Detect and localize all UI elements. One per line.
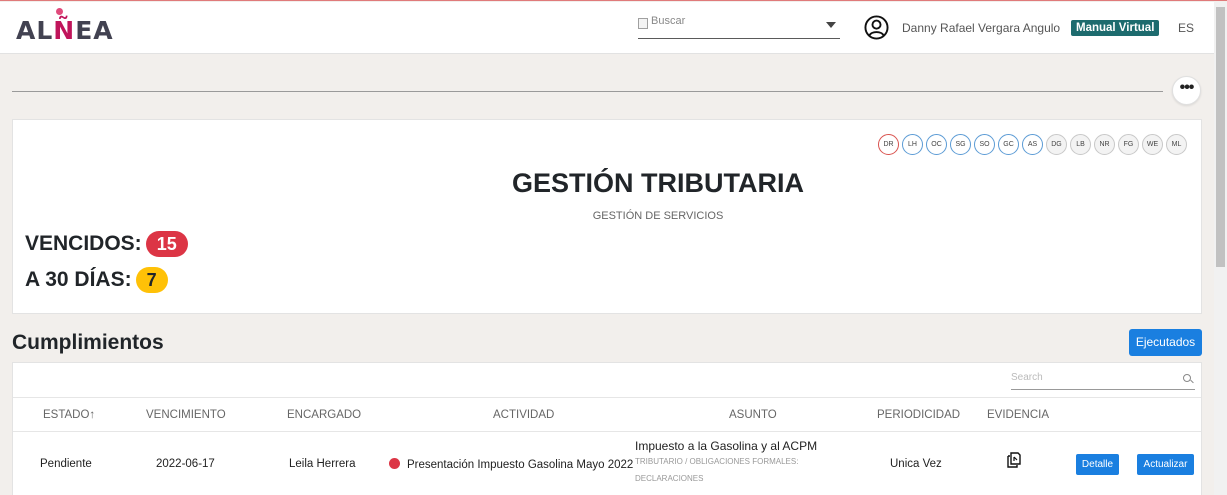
user-badge[interactable]: AS	[1022, 134, 1043, 155]
user-badge[interactable]: LH	[902, 134, 923, 155]
global-search-placeholder: Buscar	[651, 15, 686, 27]
cell-actividad-text: Presentación Impuesto Gasolina Mayo 2022	[407, 459, 634, 471]
cell-asunto: Impuesto a la Gasolina y al ACPM TRIBUTA…	[635, 439, 817, 487]
detail-button[interactable]: Detalle	[1076, 454, 1119, 475]
page-scrollbar-thumb[interactable]	[1216, 7, 1225, 267]
document-copy-icon[interactable]	[1007, 452, 1021, 468]
column-header-periodicidad[interactable]: PERIODICIDAD	[877, 409, 960, 421]
overdue-count-badge[interactable]: 15	[145, 231, 188, 257]
user-badge[interactable]: LB	[1070, 134, 1091, 155]
cell-periodicidad: Unica Vez	[890, 458, 942, 470]
top-navbar: ALÑEA Buscar Danny Rafael Vergara Angulo…	[0, 2, 1214, 54]
status-dot	[389, 458, 400, 469]
table-header: ESTADO↑ VENCIMIENTO ENCARGADO ACTIVIDAD …	[13, 397, 1201, 432]
cell-estado: Pendiente	[40, 458, 92, 470]
asunto-category: TRIBUTARIO / OBLIGACIONES FORMALES:	[635, 457, 799, 466]
column-header-estado[interactable]: ESTADO↑	[43, 409, 95, 421]
column-header-actividad[interactable]: ACTIVIDAD	[493, 409, 554, 421]
user-badge[interactable]: DR	[878, 134, 899, 155]
language-selector[interactable]: ES	[1178, 21, 1194, 35]
broken-image-icon	[638, 18, 648, 29]
column-header-asunto[interactable]: ASUNTO	[729, 409, 777, 421]
executed-button[interactable]: Ejecutados	[1129, 329, 1202, 356]
table-row[interactable]: Pendiente 2022-06-17 Leila Herrera Prese…	[13, 432, 1201, 495]
cell-encargado: Leila Herrera	[289, 458, 356, 470]
global-search-select[interactable]: Buscar	[638, 15, 840, 39]
user-badge[interactable]: SG	[950, 134, 971, 155]
manual-virtual-button[interactable]: Manual Virtual	[1071, 20, 1160, 36]
alinea-logo[interactable]: ALÑEA	[16, 8, 114, 45]
column-header-encargado[interactable]: ENCARGADO	[287, 409, 361, 421]
user-name[interactable]: Danny Rafael Vergara Angulo	[902, 21, 1060, 35]
user-badge[interactable]: GC	[998, 134, 1019, 155]
cell-vencimiento: 2022-06-17	[156, 458, 215, 470]
column-header-vencimiento[interactable]: VENCIMIENTO	[146, 409, 226, 421]
user-badge[interactable]: WE	[1142, 134, 1163, 155]
page-subtitle: GESTIÓN DE SERVICIOS	[592, 210, 724, 222]
upcoming-count-badge[interactable]: 7	[135, 267, 168, 293]
overdue-stat: VENCIDOS: 15	[25, 231, 188, 257]
caret-down-icon[interactable]	[826, 22, 836, 28]
more-options-button[interactable]: •••	[1172, 76, 1201, 105]
cell-actividad: Presentación Impuesto Gasolina Mayo 2022	[389, 458, 633, 471]
summary-card: DR LH OC SG SO GC AS DG LB NR FG WE ML G…	[12, 119, 1202, 314]
user-circle-icon[interactable]	[864, 15, 889, 40]
asunto-title: Impuesto a la Gasolina y al ACPM	[635, 439, 818, 453]
overdue-label: VENCIDOS:	[25, 232, 142, 255]
user-badges: DR LH OC SG SO GC AS DG LB NR FG WE ML	[878, 134, 1187, 155]
user-badge[interactable]: NR	[1094, 134, 1115, 155]
user-badge[interactable]: FG	[1118, 134, 1139, 155]
table-search-placeholder: Search	[1011, 372, 1043, 383]
upcoming-label: A 30 DÍAS:	[25, 268, 132, 291]
user-badge[interactable]: DG	[1046, 134, 1067, 155]
upcoming-stat: A 30 DÍAS: 7	[25, 267, 168, 293]
compliance-table: Search ESTADO↑ VENCIMIENTO ENCARGADO ACT…	[12, 362, 1202, 495]
asunto-category: DECLARACIONES	[635, 474, 704, 483]
column-header-evidencia[interactable]: EVIDENCIA	[987, 409, 1049, 421]
page-divider	[12, 91, 1163, 92]
user-badge[interactable]: OC	[926, 134, 947, 155]
search-icon[interactable]	[1183, 374, 1191, 382]
user-badge[interactable]: SO	[974, 134, 995, 155]
update-button[interactable]: Actualizar	[1137, 454, 1194, 475]
user-badge[interactable]: ML	[1166, 134, 1187, 155]
section-title: Cumplimientos	[12, 331, 164, 354]
table-search-input[interactable]: Search	[1011, 369, 1195, 390]
page-title: GESTIÓN TRIBUTARIA	[512, 168, 804, 198]
